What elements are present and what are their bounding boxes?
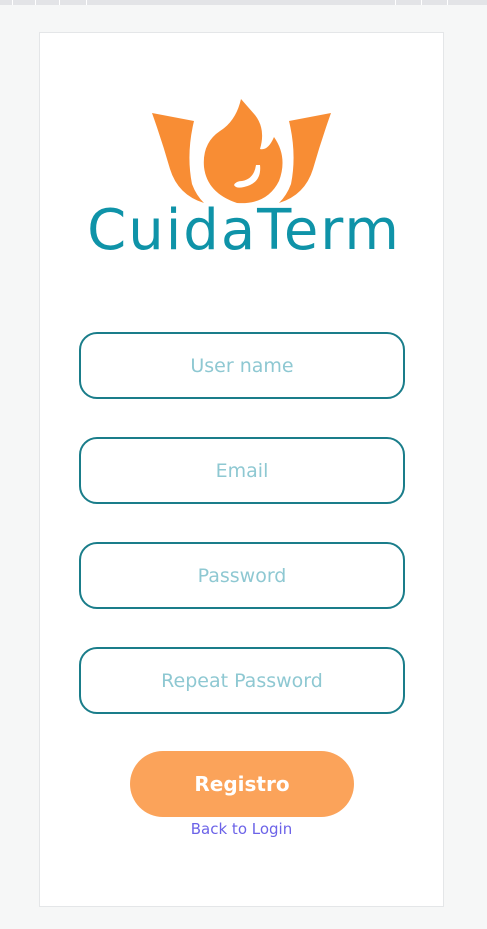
strip-divider bbox=[421, 0, 422, 5]
strip-divider bbox=[35, 0, 36, 5]
password-input[interactable] bbox=[79, 542, 405, 609]
strip-divider bbox=[447, 0, 448, 5]
browser-top-strip bbox=[0, 0, 487, 5]
username-input[interactable] bbox=[79, 332, 405, 399]
strip-divider bbox=[59, 0, 60, 5]
strip-divider bbox=[395, 0, 396, 5]
strip-divider bbox=[86, 0, 87, 5]
back-to-login-link[interactable]: Back to Login bbox=[40, 820, 443, 838]
strip-divider bbox=[12, 0, 13, 5]
flame-logo-icon bbox=[152, 99, 331, 204]
repeat-password-input[interactable] bbox=[79, 647, 405, 714]
register-button[interactable]: Registro bbox=[130, 751, 354, 817]
brand-logo: CuidaTerm bbox=[86, 99, 402, 271]
brand-name: CuidaTerm bbox=[87, 198, 401, 263]
register-card: CuidaTerm Registro Back to Login bbox=[39, 32, 444, 907]
email-input[interactable] bbox=[79, 437, 405, 504]
